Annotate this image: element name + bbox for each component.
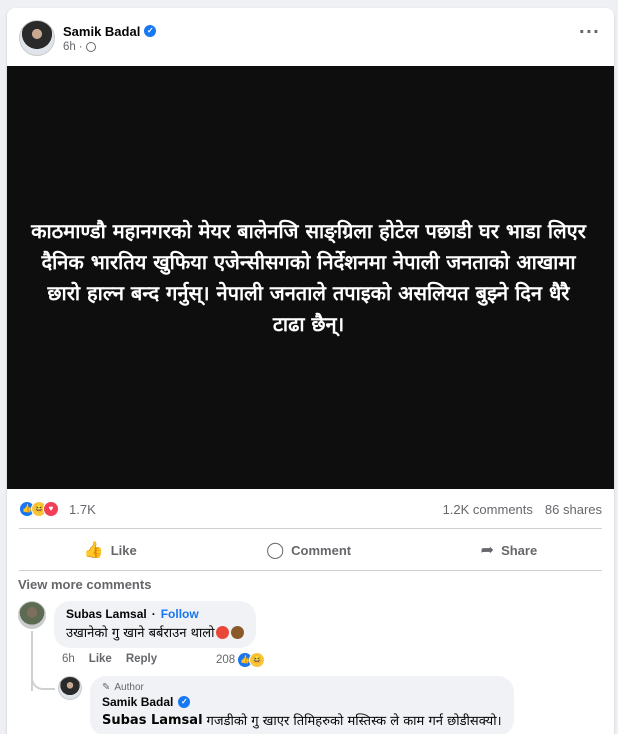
comment-reply-button[interactable]: Reply (126, 653, 157, 665)
post-meta: 6h · (63, 41, 156, 53)
reply-tagged-user[interactable]: Subas Lamsal (102, 713, 203, 728)
comment-text: उखानेको गु खाने बर्बराउन थालो (66, 626, 215, 641)
author-block: Samik Badal ✓ 6h · (63, 24, 157, 53)
like-button[interactable]: 👍 Like (84, 540, 137, 560)
comment-text-row: उखानेको गु खाने बर्बराउन थालो (66, 623, 245, 641)
angry-emoji-icon (216, 625, 230, 639)
author-avatar[interactable] (19, 20, 55, 56)
comment-like-button[interactable]: Like (89, 653, 112, 665)
share-arrow-icon: ➦ (480, 542, 495, 559)
pencil-icon: ✎ (102, 682, 111, 693)
comment-author[interactable]: Subas Lamsal (66, 607, 147, 621)
verified-badge-icon: ✓ (144, 25, 157, 37)
comment-author-row: Subas Lamsal · Follow (66, 607, 199, 621)
reply-text-row: Subas Lamsal गजडीको गु खाएर तिमिहरुको मस… (102, 711, 502, 730)
commenter-avatar[interactable] (18, 601, 46, 629)
author-name-row: Samik Badal ✓ (63, 24, 157, 39)
verified-badge-icon: ✓ (178, 696, 191, 708)
post-header: Samik Badal ✓ 6h · (19, 20, 157, 56)
comment-time[interactable]: 6h (62, 653, 75, 665)
author-badge: ✎ Author (102, 682, 502, 693)
comment-button[interactable]: ◯ Comment (266, 540, 351, 560)
post-card: Samik Badal ✓ 6h · ··· काठमाण्डौ महानगरक… (7, 8, 614, 734)
post-body-text: काठमाण्डौ महानगरको मेयर बालेनजि साङ्ग्रि… (31, 218, 586, 336)
thumbs-up-icon: 👍 (83, 542, 104, 559)
comment-label: Comment (291, 542, 352, 558)
follow-link[interactable]: Follow (161, 607, 199, 621)
love-reaction-icon: ♥ (43, 501, 59, 517)
post-actions: 👍 Like ◯ Comment ➦ Share (19, 535, 602, 565)
post-time[interactable]: 6h (63, 41, 76, 53)
cursing-emoji-icon (231, 625, 245, 639)
comment-bubble: Subas Lamsal · Follow उखानेको गु खाने बर… (54, 601, 257, 648)
divider (19, 528, 602, 529)
comment-meta: 6h Like Reply (62, 653, 157, 665)
like-label: Like (110, 542, 137, 558)
haha-reaction-icon: 😆 (249, 652, 266, 668)
reply-author[interactable]: Samik Badal (102, 695, 173, 709)
share-button[interactable]: ➦ Share (481, 540, 538, 560)
reaction-count[interactable]: 1.7K (69, 502, 96, 517)
author-name[interactable]: Samik Badal (63, 24, 140, 39)
reactions-bar: 👍 😆 ♥ 1.7K 1.2K comments 86 shares (19, 501, 602, 517)
shares-count[interactable]: 86 shares (545, 502, 602, 517)
author-badge-label: Author (114, 682, 144, 693)
reply-item: ✎ Author Samik Badal ✓ Subas Lamsal गजडी… (58, 676, 514, 734)
thread-connector (31, 668, 55, 690)
reply-text: गजडीको गु खाएर तिमिहरुको मस्तिस्क ले काम… (206, 714, 502, 729)
share-label: Share (501, 542, 538, 558)
comments-count[interactable]: 1.2K comments (443, 502, 533, 517)
reply-bubble: ✎ Author Samik Badal ✓ Subas Lamsal गजडी… (90, 676, 514, 734)
globe-icon (85, 41, 96, 52)
reply-author-avatar[interactable] (58, 676, 82, 700)
comment-bubble-icon: ◯ (266, 542, 285, 559)
comment-reaction-count: 208 (216, 654, 236, 666)
post-image[interactable]: काठमाण्डौ महानगरको मेयर बालेनजि साङ्ग्रि… (7, 66, 614, 489)
view-more-comments-link[interactable]: View more comments (18, 577, 151, 592)
reply-author-row: Samik Badal ✓ (102, 695, 502, 709)
comment-item: Subas Lamsal · Follow उखानेको गु खाने बर… (18, 601, 257, 648)
divider (19, 570, 602, 571)
comment-reactions[interactable]: 208 👍 😆 (216, 652, 266, 668)
more-options-icon[interactable]: ··· (579, 22, 600, 41)
reaction-icons[interactable]: 👍 😆 ♥ (19, 501, 59, 517)
